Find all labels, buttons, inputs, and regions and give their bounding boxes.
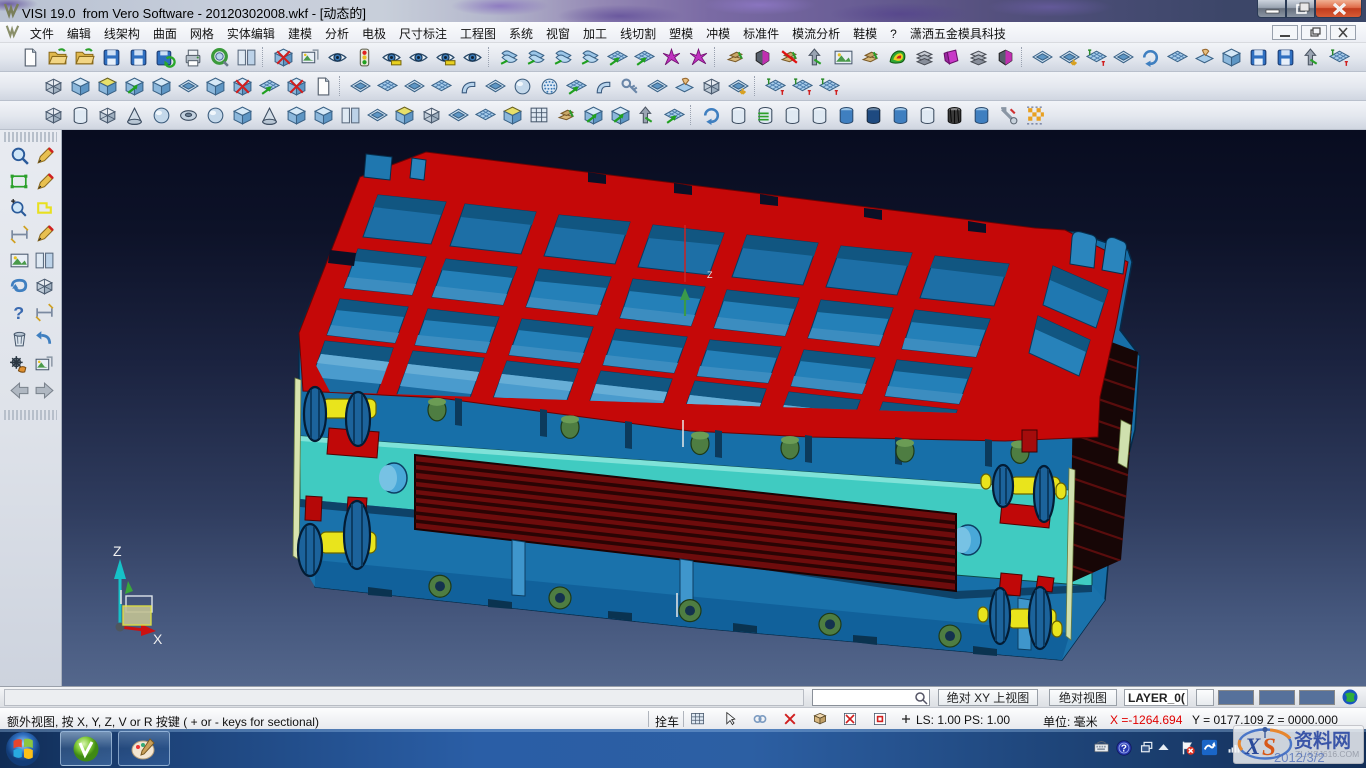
- svg-text:2012/3/2: 2012/3/2: [1274, 750, 1325, 763]
- svg-text:Z: Z: [113, 543, 122, 559]
- svg-text:X: X: [153, 631, 163, 647]
- svg-text:Z: Z: [707, 270, 713, 280]
- svg-text:X: X: [1244, 734, 1261, 759]
